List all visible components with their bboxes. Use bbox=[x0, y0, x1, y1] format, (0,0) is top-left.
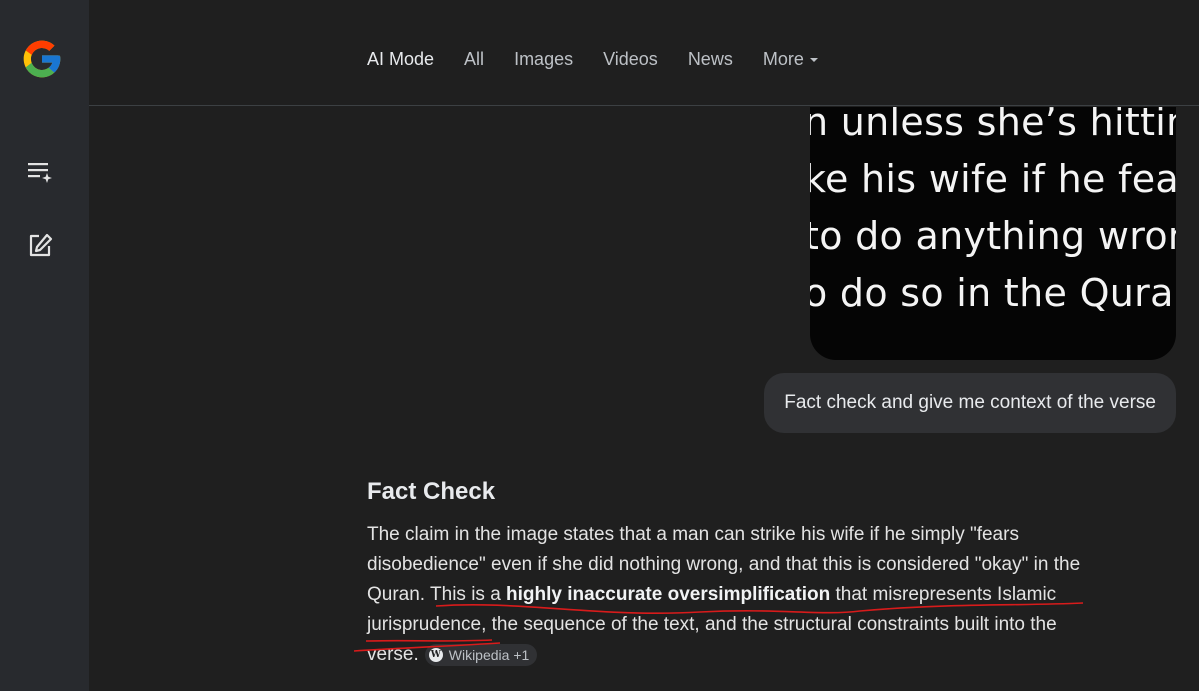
google-logo[interactable] bbox=[20, 37, 64, 81]
image-text-line: o do so in the Quran bbox=[810, 271, 1176, 315]
list-sparkle-icon[interactable] bbox=[26, 158, 54, 186]
tab-all[interactable]: All bbox=[464, 47, 484, 71]
sidebar bbox=[0, 0, 89, 691]
source-chip[interactable]: W Wikipedia +1 bbox=[424, 643, 538, 666]
tab-news[interactable]: News bbox=[688, 47, 733, 71]
image-text-line: ke his wife if he fears bbox=[810, 157, 1176, 201]
search-mode-tabs: AI Mode All Images Videos News More bbox=[367, 47, 848, 71]
attached-image[interactable]: n unless she’s hitting ke his wife if he… bbox=[810, 107, 1176, 360]
header: AI Mode All Images Videos News More bbox=[89, 0, 1199, 106]
user-message-bubble: Fact check and give me context of the ve… bbox=[764, 373, 1176, 433]
tab-ai-mode[interactable]: AI Mode bbox=[367, 47, 434, 71]
tab-more-label: More bbox=[762, 49, 804, 69]
answer-heading: Fact Check bbox=[367, 478, 496, 505]
tab-more[interactable]: More bbox=[763, 47, 818, 71]
image-text-line: n unless she’s hitting bbox=[810, 107, 1176, 144]
new-chat-icon[interactable] bbox=[26, 231, 54, 259]
tab-videos[interactable]: Videos bbox=[603, 47, 658, 71]
source-chip-label: Wikipedia +1 bbox=[448, 646, 530, 663]
tab-images[interactable]: Images bbox=[514, 47, 573, 71]
wikipedia-icon: W bbox=[428, 647, 443, 662]
answer-text-bold: highly inaccurate oversimplification bbox=[506, 584, 831, 605]
caret-down-icon bbox=[809, 58, 818, 63]
answer-paragraph: The claim in the image states that a man… bbox=[367, 520, 1107, 670]
image-text-line: to do anything wron bbox=[810, 214, 1176, 258]
ai-answer: Fact Check The claim in the image states… bbox=[367, 478, 1107, 670]
